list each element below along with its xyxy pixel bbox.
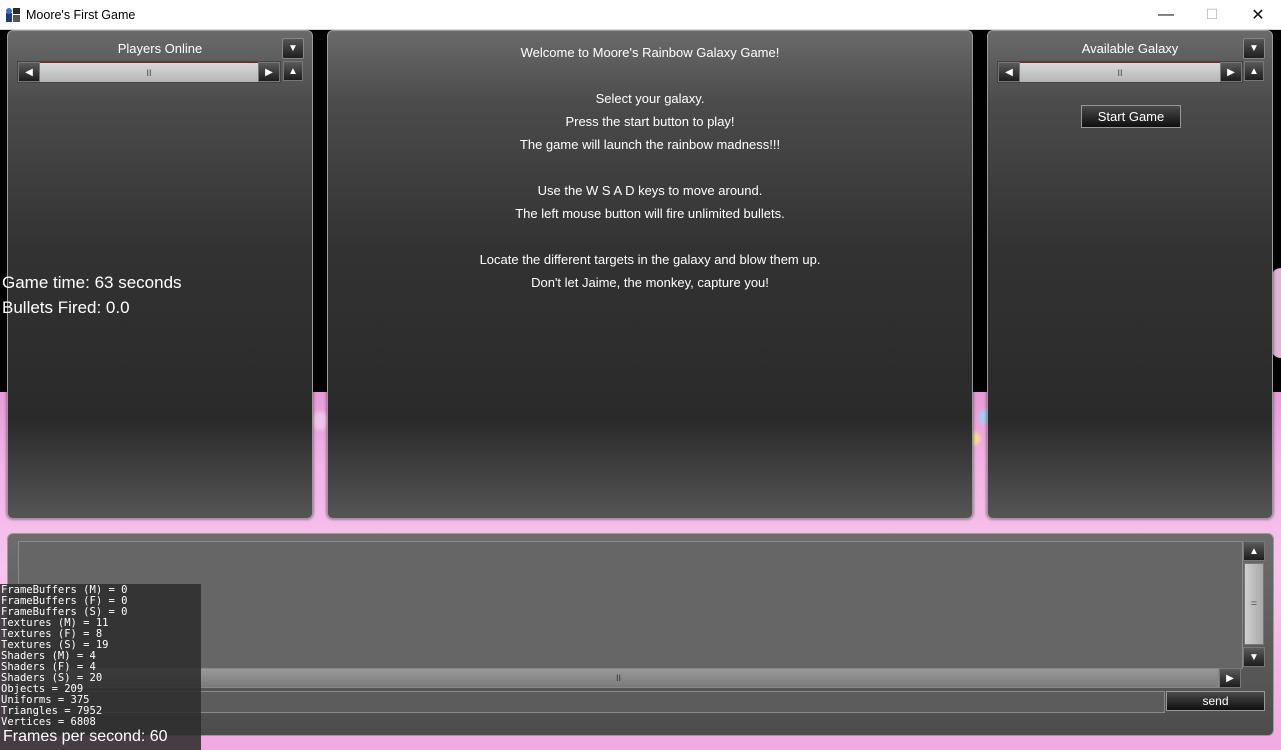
chat-vscroll[interactable]: ▲ = ▼	[1243, 541, 1265, 667]
scroll-up-button[interactable]: ▲	[1244, 61, 1264, 81]
available-galaxy-title: Available Galaxy	[1081, 41, 1179, 56]
stat-line: Vertices = 6808	[1, 716, 96, 728]
welcome-line: Locate the different targets in the gala…	[479, 252, 821, 267]
galaxy-hscroll[interactable]: ◀ II ▶	[997, 61, 1243, 83]
window-title-bar: Moore's First Game — ☐ ✕	[0, 0, 1281, 30]
send-button[interactable]: send	[1166, 691, 1265, 711]
game-time-readout: Game time: 63 seconds	[2, 273, 182, 292]
scroll-right-button[interactable]: ▶	[258, 62, 280, 82]
bullets-fired-readout: Bullets Fired: 0.0	[2, 298, 130, 317]
welcome-line: Welcome to Moore's Rainbow Galaxy Game!	[520, 45, 780, 60]
scroll-left-button[interactable]: ◀	[18, 62, 40, 82]
start-game-button[interactable]: Start Game	[1081, 105, 1181, 128]
scroll-right-button[interactable]: ▶	[1220, 62, 1242, 82]
render-stats-overlay: FrameBuffers (M) = 0 FrameBuffers (F) = …	[0, 584, 201, 750]
app-icon	[5, 7, 21, 23]
welcome-line: The left mouse button will fire unlimite…	[515, 206, 785, 221]
welcome-line	[328, 156, 972, 179]
welcome-text: Welcome to Moore's Rainbow Galaxy Game! …	[328, 41, 972, 294]
welcome-line	[328, 64, 972, 87]
scroll-up-button[interactable]: ▲	[1243, 541, 1265, 561]
chevron-down-icon: ▼	[288, 43, 298, 54]
players-online-title: Players Online	[117, 41, 203, 56]
game-viewport[interactable]: Players Online ▼ ◀ II ▶ ▲ Welcome to Moo…	[0, 30, 1281, 750]
welcome-line: Select your galaxy.	[595, 91, 705, 106]
maximize-button[interactable]: ☐	[1189, 0, 1235, 29]
welcome-line	[328, 225, 972, 248]
players-hscroll[interactable]: ◀ II ▶	[17, 61, 281, 83]
scroll-down-button[interactable]: ▼	[1243, 647, 1265, 667]
welcome-panel: Welcome to Moore's Rainbow Galaxy Game! …	[327, 30, 973, 519]
welcome-line: Don't let Jaime, the monkey, capture you…	[531, 275, 769, 290]
scroll-thumb[interactable]: =	[1244, 563, 1264, 645]
scroll-right-button[interactable]: ▶	[1219, 668, 1241, 688]
scroll-thumb[interactable]: II	[1020, 62, 1220, 82]
welcome-line: Use the W S A D keys to move around.	[537, 183, 763, 198]
welcome-line: The game will launch the rainbow madness…	[519, 137, 781, 152]
scroll-thumb[interactable]: II	[40, 62, 258, 82]
available-galaxy-panel: Available Galaxy ▼ ◀ II ▶ ▲ Start Game	[987, 30, 1273, 519]
chevron-down-icon: ▼	[1249, 43, 1259, 54]
galaxy-dropdown-button[interactable]: ▼	[1243, 38, 1265, 59]
chat-log[interactable]	[18, 541, 1243, 669]
minimize-button[interactable]: —	[1143, 0, 1189, 29]
welcome-line: Press the start button to play!	[565, 114, 735, 129]
fps-readout: Frames per second: 60	[3, 728, 168, 745]
players-dropdown-button[interactable]: ▼	[282, 38, 304, 59]
scroll-left-button[interactable]: ◀	[998, 62, 1020, 82]
window-title: Moore's First Game	[26, 7, 136, 22]
chat-hscroll[interactable]: II ▶	[18, 668, 1241, 688]
scroll-up-button[interactable]: ▲	[283, 61, 303, 81]
close-button[interactable]: ✕	[1235, 0, 1281, 29]
